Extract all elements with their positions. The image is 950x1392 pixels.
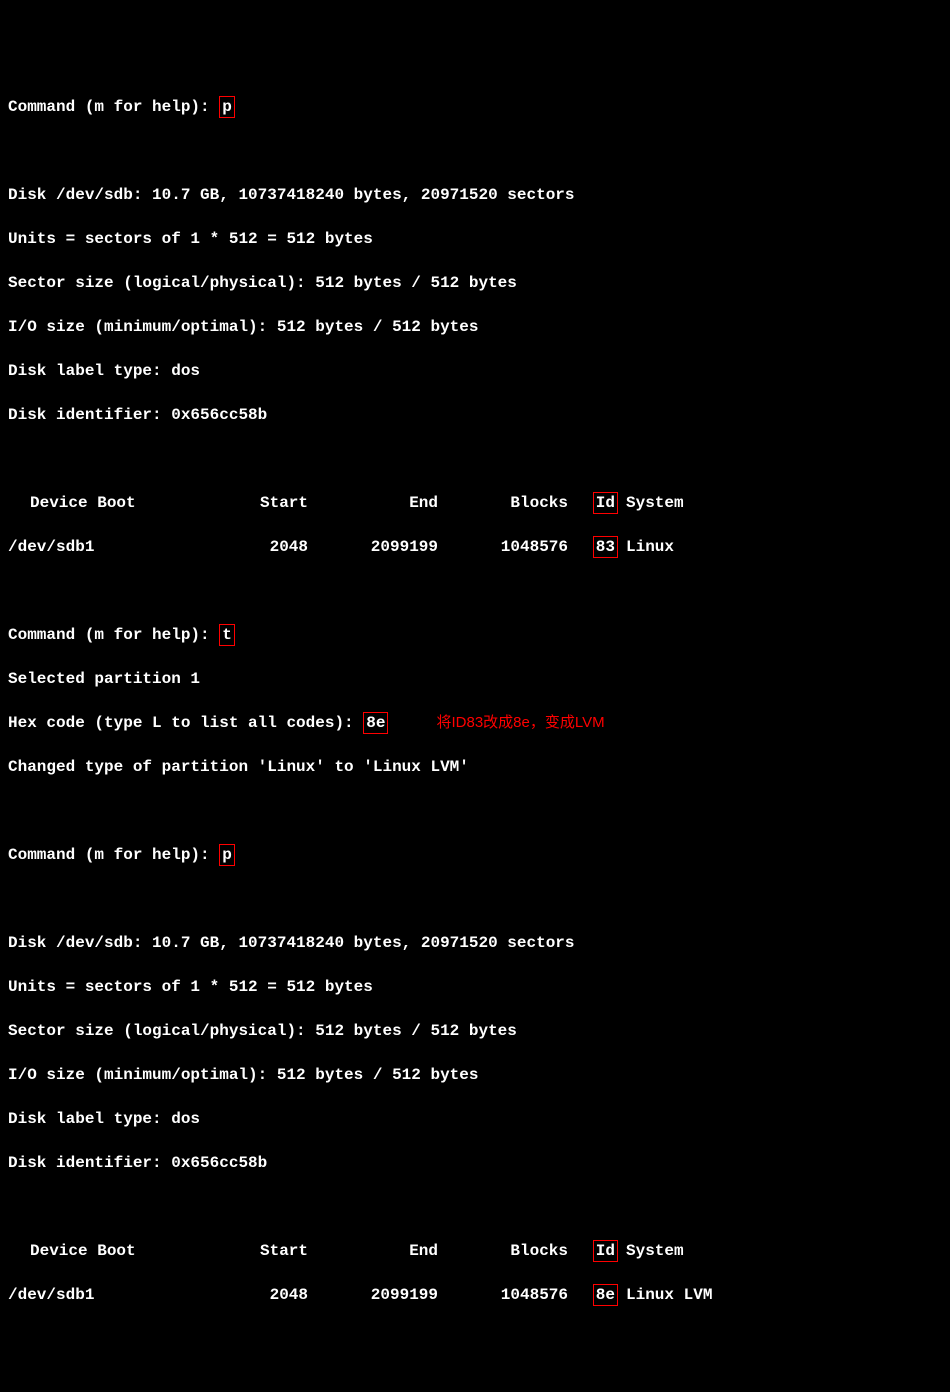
hex-line: Hex code (type L to list all codes): 8e … [8,712,942,734]
disk-info-4b: I/O size (minimum/optimal): 512 bytes / … [8,1064,942,1086]
blank [8,448,942,470]
disk-info-6: Disk identifier: 0x656cc58b [8,404,942,426]
blank [8,888,942,910]
selected-partition: Selected partition 1 [8,668,942,690]
hdr-device: Device Boot [8,492,188,514]
cmd-prompt: Command (m for help): [8,846,219,864]
hdr-system: System [618,492,684,514]
blank [8,140,942,162]
row-blocks: 1048576 [438,1284,568,1306]
cmd-input-t[interactable]: t [219,624,235,646]
disk-info-2: Units = sectors of 1 * 512 = 512 bytes [8,228,942,250]
row-id: 83 [568,536,618,558]
hex-prompt: Hex code (type L to list all codes): [8,714,363,732]
hdr-id: Id [568,492,618,514]
row-device: /dev/sdb1 [8,536,188,558]
blank [8,1196,942,1218]
hdr-start: Start [188,492,308,514]
cmd-prompt: Command (m for help): [8,626,219,644]
cmd-line-3: Command (m for help): p [8,844,942,866]
cmd-input-p2[interactable]: p [219,844,235,866]
disk-info-1: Disk /dev/sdb: 10.7 GB, 10737418240 byte… [8,184,942,206]
row-end: 2099199 [308,536,438,558]
disk-info-2b: Units = sectors of 1 * 512 = 512 bytes [8,976,942,998]
cmd-prompt: Command (m for help): [8,98,219,116]
row-id: 8e [568,1284,618,1306]
partition-header-2: Device BootStartEndBlocksIdSystem [8,1240,942,1262]
cmd-line-2: Command (m for help): t [8,624,942,646]
row-system: Linux LVM [618,1284,712,1306]
hdr-blocks: Blocks [438,492,568,514]
disk-info-3: Sector size (logical/physical): 512 byte… [8,272,942,294]
row-end: 2099199 [308,1284,438,1306]
disk-info-5: Disk label type: dos [8,360,942,382]
cmd-input-p1[interactable]: p [219,96,235,118]
disk-info-6b: Disk identifier: 0x656cc58b [8,1152,942,1174]
hdr-end: End [308,1240,438,1262]
cmd-line-1: Command (m for help): p [8,96,942,118]
row-start: 2048 [188,536,308,558]
row-system: Linux [618,536,674,558]
disk-info-3b: Sector size (logical/physical): 512 byte… [8,1020,942,1042]
annotation-text: 将ID83改成8e，变成LVM [436,714,604,731]
blank [8,800,942,822]
blank [8,580,942,602]
disk-info-4: I/O size (minimum/optimal): 512 bytes / … [8,316,942,338]
row-blocks: 1048576 [438,536,568,558]
row-start: 2048 [188,1284,308,1306]
row-device: /dev/sdb1 [8,1284,188,1306]
hdr-device: Device Boot [8,1240,188,1262]
hdr-start: Start [188,1240,308,1262]
hdr-id: Id [568,1240,618,1262]
hdr-system: System [618,1240,684,1262]
changed-msg: Changed type of partition 'Linux' to 'Li… [8,756,942,778]
hex-input[interactable]: 8e [363,712,388,734]
disk-info-5b: Disk label type: dos [8,1108,942,1130]
disk-info-1b: Disk /dev/sdb: 10.7 GB, 10737418240 byte… [8,932,942,954]
partition-header-1: Device BootStartEndBlocksIdSystem [8,492,942,514]
partition-row-2: /dev/sdb12048209919910485768eLinux LVM [8,1284,942,1306]
partition-row-1: /dev/sdb120482099199104857683Linux [8,536,942,558]
hdr-blocks: Blocks [438,1240,568,1262]
hdr-end: End [308,492,438,514]
